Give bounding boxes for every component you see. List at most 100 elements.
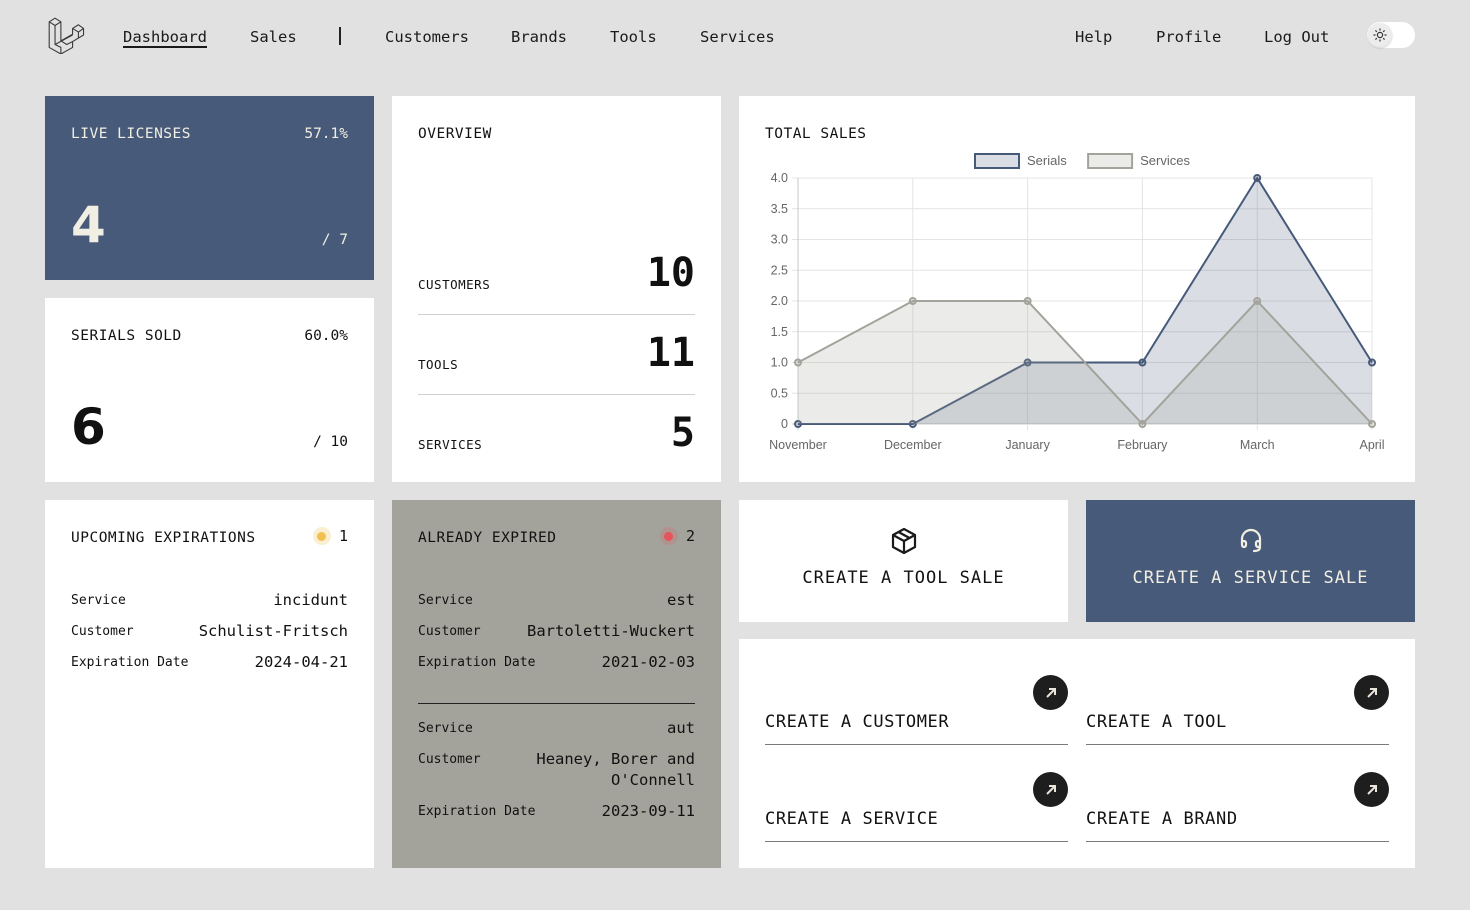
y-tick-label: 2.0 [771, 294, 788, 308]
date-value: 2024-04-21 [254, 653, 348, 671]
nav-tools[interactable]: Tools [610, 28, 657, 46]
item-divider [418, 703, 695, 704]
data-point-services [908, 297, 917, 305]
x-tick-label: December [884, 438, 942, 452]
expired-customer-row: Customer Heaney, Borer and O'Connell [418, 749, 695, 791]
nav-logout[interactable]: Log Out [1264, 28, 1329, 46]
create-service-label: CREATE A SERVICE [765, 809, 939, 829]
field-label: Customer [418, 752, 481, 767]
headset-icon [1240, 528, 1261, 553]
upcoming-service-row: Service incidunt [71, 590, 348, 611]
theme-toggle-knob [1368, 23, 1392, 47]
field-label: Service [71, 593, 126, 608]
upcoming-customer-row: Customer Schulist-Fritsch [71, 621, 348, 642]
service-value: incidunt [273, 591, 348, 609]
customer-value: Bartoletti-Wuckert [527, 622, 695, 640]
field-label: Customer [71, 624, 134, 639]
overview-label: TOOLS [418, 357, 459, 372]
create-customer-label: CREATE A CUSTOMER [765, 712, 950, 732]
create-tool-link[interactable]: CREATE A TOOL [1086, 675, 1389, 745]
serials-sold-title: SERIALS SOLD [71, 328, 182, 344]
total-sales-card: TOTAL SALES 0 0.5 1.0 1.5 2.0 2.5 3.0 3.5 4.0 Nov… [739, 96, 1415, 482]
expired-count-badge: 2 [659, 527, 695, 545]
overview-row-services: SERVICES 5 [418, 394, 695, 474]
overview-label: SERVICES [418, 437, 483, 452]
x-tick-label: November [769, 438, 827, 452]
x-tick-label: April [1359, 438, 1384, 452]
legend-label-services: Services [1140, 153, 1190, 168]
field-label: Service [418, 593, 473, 608]
expired-service-row: Service aut [418, 718, 695, 739]
create-brand-link[interactable]: CREATE A BRAND [1086, 772, 1389, 842]
overview-row-tools: TOOLS 11 [418, 315, 695, 395]
customer-value: Heaney, Borer and O'Connell [536, 750, 695, 789]
overview-label: CUSTOMERS [418, 277, 491, 292]
expired-customer-row: Customer Bartoletti-Wuckert [418, 621, 695, 642]
nav-customers[interactable]: Customers [385, 28, 469, 46]
create-customer-link[interactable]: CREATE A CUSTOMER [765, 675, 1068, 745]
data-point-services [1023, 297, 1032, 305]
y-tick-label: 1.0 [771, 356, 788, 370]
create-tool-sale-label: CREATE A TOOL SALE [802, 568, 1005, 588]
x-tick-label: January [1005, 438, 1050, 452]
data-point-serials [1368, 358, 1376, 367]
field-label: Expiration Date [418, 804, 536, 819]
data-point-services [1368, 420, 1376, 428]
expired-count: 2 [685, 527, 695, 545]
field-label: Customer [418, 624, 481, 639]
upcoming-date-row: Expiration Date 2024-04-21 [71, 652, 348, 673]
x-tick-label: March [1240, 438, 1275, 452]
upcoming-count-badge: 1 [312, 527, 348, 545]
overview-value: 10 [646, 250, 695, 296]
upcoming-expirations-card: UPCOMING EXPIRATIONS 1 Service incidunt … [45, 500, 374, 868]
total-sales-chart: 0 0.5 1.0 1.5 2.0 2.5 3.0 3.5 4.0 November Decembe… [769, 153, 1385, 452]
y-tick-label: 1.5 [771, 325, 788, 339]
already-expired-title: ALREADY EXPIRED [418, 530, 557, 546]
nav-services[interactable]: Services [700, 28, 775, 46]
arrow-up-right-icon [1354, 772, 1389, 807]
nav-profile[interactable]: Profile [1156, 28, 1221, 46]
upcoming-expirations-title: UPCOMING EXPIRATIONS [71, 530, 256, 546]
arrow-up-right-icon [1033, 675, 1068, 710]
data-point-serials [1253, 174, 1262, 182]
arrow-up-right-icon [1033, 772, 1068, 807]
data-point-services [794, 358, 802, 367]
overview-card: OVERVIEW CUSTOMERS 10 TOOLS 11 SERVICES … [392, 96, 721, 482]
upcoming-count: 1 [338, 527, 348, 545]
top-nav: Dashboard Sales Customers Brands Tools S… [0, 0, 1470, 75]
create-brand-label: CREATE A BRAND [1086, 809, 1238, 829]
laravel-logo-icon[interactable] [47, 16, 85, 54]
create-service-link[interactable]: CREATE A SERVICE [765, 772, 1068, 842]
nav-help[interactable]: Help [1075, 28, 1112, 46]
theme-toggle[interactable] [1367, 22, 1415, 48]
live-licenses-total: / 7 [321, 232, 348, 248]
expired-date-row: Expiration Date 2021-02-03 [418, 652, 695, 673]
overview-value: 5 [670, 410, 695, 456]
data-point-serials [1138, 358, 1147, 367]
sun-icon [1373, 28, 1387, 42]
service-value: est [667, 591, 695, 609]
expired-service-row: Service est [418, 590, 695, 611]
create-service-sale-button[interactable]: CREATE A SERVICE SALE [1086, 500, 1415, 622]
date-value: 2021-02-03 [601, 653, 695, 671]
nav-dashboard[interactable]: Dashboard [123, 28, 207, 46]
quick-links-card: CREATE A CUSTOMER CREATE A TOOL CREATE A… [739, 639, 1415, 868]
field-label: Expiration Date [418, 655, 536, 670]
overview-title: OVERVIEW [418, 126, 492, 142]
y-tick-label: 4.0 [771, 171, 788, 185]
overview-row-customers: CUSTOMERS 10 [418, 235, 695, 315]
y-tick-label: 0 [781, 417, 788, 431]
nav-sales[interactable]: Sales [250, 28, 297, 46]
y-tick-label: 0.5 [771, 386, 788, 400]
status-dot-icon [659, 527, 678, 545]
data-point-services [1253, 297, 1262, 305]
legend-swatch-serials [974, 153, 1020, 169]
field-label: Service [418, 721, 473, 736]
live-licenses-title: LIVE LICENSES [71, 126, 191, 142]
serials-sold-value: 6 [71, 398, 106, 456]
create-tool-sale-button[interactable]: CREATE A TOOL SALE [739, 500, 1068, 622]
nav-brands[interactable]: Brands [511, 28, 567, 46]
nav-separator [339, 27, 341, 45]
legend-swatch-services [1087, 153, 1134, 169]
live-licenses-card: LIVE LICENSES 57.1% 4 / 7 [45, 96, 374, 280]
